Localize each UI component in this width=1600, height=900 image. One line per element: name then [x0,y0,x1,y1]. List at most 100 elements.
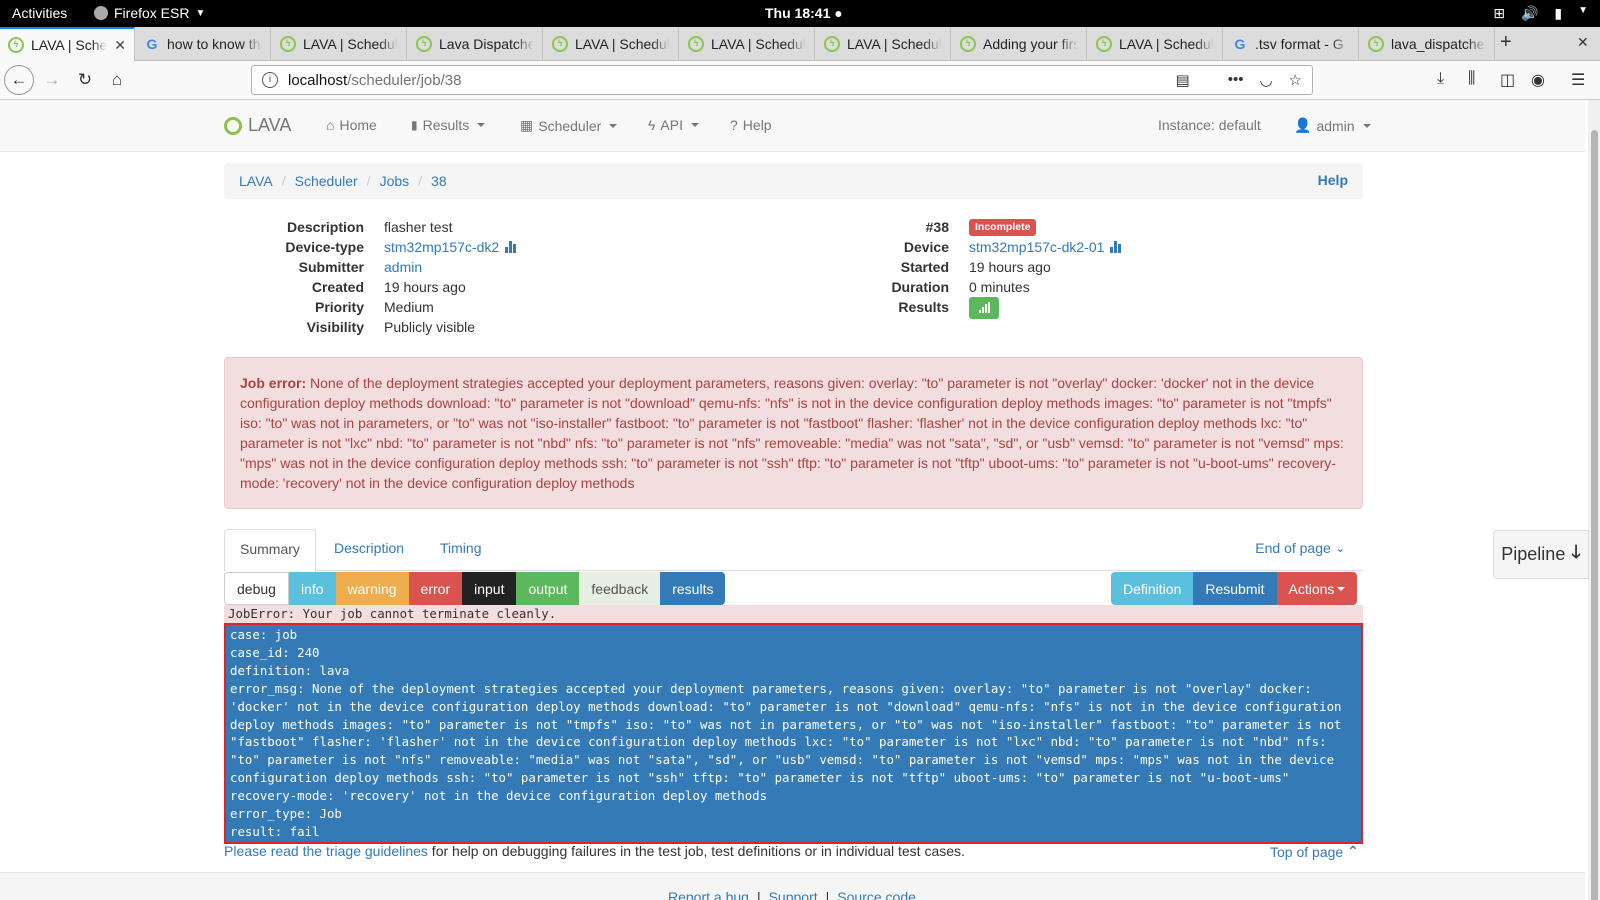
detail-key: Created [311,279,364,295]
browser-tab[interactable]: ϟ LAVA | Scheduler [816,27,951,61]
browser-tab[interactable]: ϟ Lava Dispatcher [408,27,543,61]
breadcrumb-scheduler[interactable]: Scheduler [295,173,358,189]
activities-button[interactable]: Activities [12,5,67,21]
nav-scheduler[interactable]: ▦ Scheduler [520,117,618,134]
level-error-button[interactable]: error [408,572,463,605]
triage-note: Please read the triage guidelines for he… [224,843,965,859]
sidebar-icon[interactable]: ◫ [1500,70,1515,90]
url-bar[interactable]: i localhost/scheduler/job/38 ▤ ••• ◡ ☆ [251,65,1313,95]
definition-button[interactable]: Definition [1111,572,1194,605]
triage-guidelines-link[interactable]: Please read the triage guidelines [224,843,428,859]
submitter-link[interactable]: admin [384,257,422,277]
lava-navbar: LAVA ⌂ Home ▮ Results ▦ Scheduler ϟ API ? Hel… [0,100,1585,152]
browser-tab[interactable]: ϟ LAVA | Scheduler ✕ [0,27,135,61]
level-output-button[interactable]: output [516,572,580,605]
browser-tab[interactable]: ϟ LAVA | Scheduler [272,27,407,61]
bookmark-star-icon[interactable]: ☆ [1289,71,1302,89]
detail-key: Visibility [306,319,364,335]
nav-api[interactable]: ϟ API [648,117,699,133]
chevron-up-icon: ⌃ [1347,843,1359,859]
lava-brand[interactable]: LAVA [224,115,291,136]
source-code-link[interactable]: Source code [837,889,916,900]
account-icon[interactable]: ◉ [1531,70,1545,90]
level-info-button[interactable]: info [288,572,336,605]
actions-dropdown[interactable]: Actions [1276,572,1358,605]
arrow-left-icon: ← [10,70,28,89]
pipeline-label: Pipeline [1501,544,1566,564]
top-of-page-link[interactable]: Top of page ⌃ [1270,843,1359,860]
resubmit-button[interactable]: Resubmit [1193,572,1277,605]
nav-results[interactable]: ▮ Results [411,117,486,133]
app-menu[interactable]: Firefox ESR ▼ [94,5,205,21]
tab-description[interactable]: Description [319,529,419,571]
user-menu[interactable]: 👤 admin [1294,117,1371,134]
device-type-link[interactable]: stm32mp157c-dk2 [384,237,499,257]
reader-view-icon[interactable]: ▤ [1176,71,1190,89]
volume-icon: 🔊 [1520,5,1539,21]
bar-chart-icon[interactable] [1110,241,1122,253]
browser-tab[interactable]: ϟ Adding your first [952,27,1087,61]
browser-tab[interactable]: ϟ lava_dispatcher [1360,27,1495,61]
tab-timing[interactable]: Timing [425,529,497,571]
scrollbar-thumb[interactable] [1591,130,1598,900]
detail-key: Duration [891,279,949,295]
new-tab-icon[interactable]: + [1500,31,1512,54]
level-warning-button[interactable]: warning [335,572,409,605]
browser-tab-title: LAVA | Scheduler [1119,36,1214,52]
breadcrumb-jobs[interactable]: Jobs [380,173,410,189]
nav-api-label: API [660,117,683,133]
detail-value: 19 hours ago [384,279,466,295]
forward-button[interactable]: → [38,66,66,94]
google-favicon-icon: G [146,36,158,52]
tab-summary[interactable]: Summary [224,529,316,572]
library-icon[interactable]: ⫼ [1468,70,1475,88]
device-link[interactable]: stm32mp157c-dk2-01 [969,237,1104,257]
breadcrumb-help-link[interactable]: Help [1318,172,1348,188]
caret-down-icon [1362,123,1371,128]
back-button[interactable]: ← [4,65,34,95]
results-button[interactable] [969,297,999,319]
home-icon: ⌂ [326,117,335,133]
page-actions-icon[interactable]: ••• [1228,71,1244,89]
level-debug-button[interactable]: debug [224,572,289,605]
bar-chart-icon[interactable] [505,241,517,253]
caret-down-icon [691,123,699,127]
job-details-left: Description flasher test Device-type stm32… [224,217,517,337]
support-link[interactable]: Support [769,889,818,900]
info-icon[interactable]: i [262,72,278,88]
close-tab-icon[interactable]: ✕ [114,37,126,54]
menu-icon[interactable]: ☰ [1571,70,1585,90]
breadcrumb-lava[interactable]: LAVA [239,173,273,189]
nav-home[interactable]: ⌂ Home [326,117,377,133]
lava-favicon-icon: ϟ [1368,36,1384,52]
report-bug-link[interactable]: Report a bug [668,889,749,900]
nav-help[interactable]: ? Help [730,117,772,133]
network-icon: ⊞ [1493,5,1505,21]
system-tray[interactable]: ⊞ 🔊 ▮ ▼ [1493,5,1588,22]
page-scrollbar[interactable] [1588,100,1600,900]
calendar-icon: ▦ [520,117,534,133]
browser-tab[interactable]: Ghow to know the [136,27,271,61]
level-feedback-button[interactable]: feedback [579,572,661,605]
detail-visibility: Visibility Publicly visible [224,317,516,337]
url-path: /scheduler/job/38 [347,71,462,89]
end-of-page-link[interactable]: End of page ⌄ [1255,540,1345,556]
pocket-icon[interactable]: ◡ [1259,71,1272,89]
download-icon[interactable]: ⤓ [1437,70,1444,88]
browser-tab[interactable]: ϟ LAVA | Scheduler [1088,27,1223,61]
breadcrumb-job-38[interactable]: 38 [431,173,447,189]
reload-icon: ↻ [77,70,93,89]
clock[interactable]: Thu 18:41 ● [765,5,843,21]
home-button[interactable]: ⌂ [103,66,131,94]
log-result-block[interactable]: case: job case_id: 240 definition: lava … [224,623,1363,844]
pipeline-button[interactable]: Pipeline 🡓 [1493,530,1589,579]
detail-description: Description flasher test [224,217,516,237]
browser-tab-title: lava_dispatcher [1391,36,1486,52]
close-window-icon[interactable]: ✕ [1577,34,1589,51]
level-results-button[interactable]: results [660,572,726,605]
browser-tab[interactable]: ϟ LAVA | Scheduler [544,27,679,61]
reload-button[interactable]: ↻ [71,66,99,94]
level-input-button[interactable]: input [462,572,517,605]
browser-tab[interactable]: ϟ LAVA | Scheduler [680,27,815,61]
browser-tab[interactable]: G .tsv format - G [1224,27,1359,61]
